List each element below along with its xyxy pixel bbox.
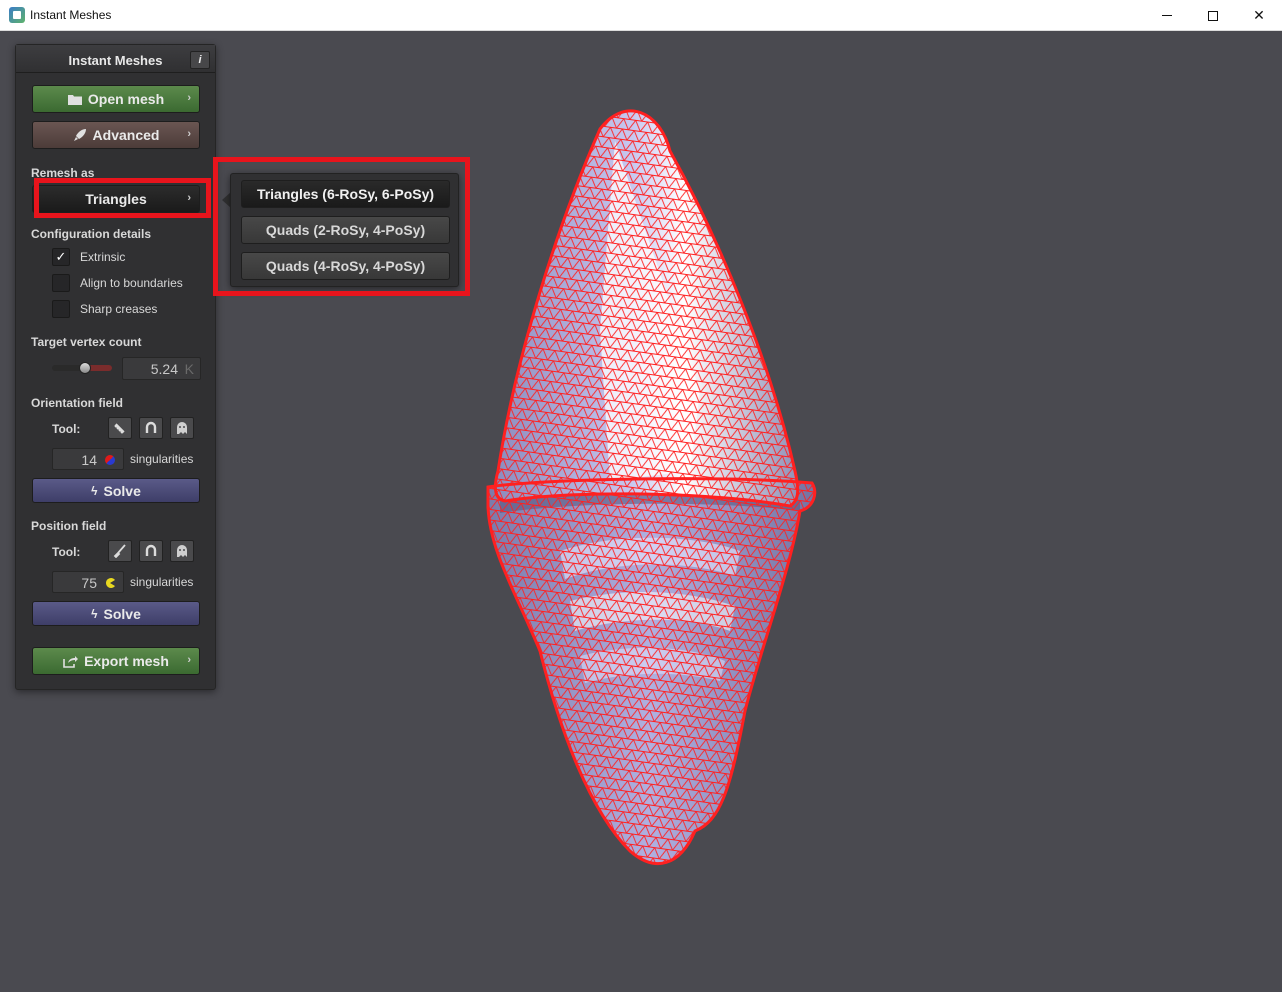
orientation-comb-tool-button[interactable]: [108, 417, 132, 439]
magnet-icon: [145, 421, 157, 433]
remesh-type-dropdown[interactable]: Triangles ›: [32, 185, 200, 213]
position-attractor-tool-button[interactable]: [139, 540, 163, 562]
export-mesh-label: Export mesh: [84, 653, 169, 669]
ghost-icon: [177, 422, 187, 434]
brush-icon: [113, 544, 126, 558]
title-bar: Instant Meshes ✕: [0, 0, 1282, 31]
align-boundaries-checkbox-row[interactable]: Align to boundaries: [52, 274, 183, 292]
orientation-singularities-value: 14: [81, 452, 97, 468]
position-solve-label: Solve: [103, 605, 141, 622]
close-button[interactable]: ✕: [1236, 0, 1282, 31]
position-singularities-label: singularities: [130, 575, 194, 589]
remesh-type-popup: Triangles (6-RoSy, 6-PoSy) Quads (2-RoSy…: [230, 173, 459, 287]
extrinsic-checkbox[interactable]: ✓: [52, 248, 70, 266]
lightning-icon: ϟ: [91, 606, 98, 621]
control-panel: Instant Meshes i Open mesh › Advanced › …: [15, 44, 216, 690]
ghost-icon: [177, 545, 187, 557]
position-solve-button[interactable]: ϟ Solve: [32, 601, 200, 626]
lightning-icon: ϟ: [91, 483, 98, 498]
close-icon: ✕: [1253, 7, 1265, 23]
position-field-label: Position field: [31, 519, 107, 533]
vertex-count-slider[interactable]: [52, 362, 112, 374]
orientation-solve-label: Solve: [103, 482, 141, 499]
position-singularities-value: 75: [81, 575, 97, 591]
maximize-button[interactable]: [1190, 0, 1236, 31]
chevron-right-icon: ›: [187, 92, 191, 104]
position-brush-tool-button[interactable]: [108, 540, 132, 562]
position-tool-label: Tool:: [52, 545, 81, 559]
export-icon: [63, 655, 79, 668]
orientation-ghost-tool-button[interactable]: [170, 417, 194, 439]
magnet-icon: [145, 544, 157, 556]
remesh-option-triangles[interactable]: Triangles (6-RoSy, 6-PoSy): [241, 180, 450, 208]
advanced-label: Advanced: [92, 127, 160, 143]
sharp-creases-label: Sharp creases: [80, 302, 158, 316]
orientation-singularities-field: 14: [52, 448, 124, 470]
sharp-creases-checkbox[interactable]: [52, 300, 70, 318]
slider-fill: [90, 365, 112, 371]
minimize-icon: [1162, 15, 1172, 16]
position-singularities-field: 75: [52, 571, 124, 593]
rocket-icon: [73, 129, 86, 141]
chevron-right-icon: ›: [187, 128, 191, 140]
extrinsic-checkbox-row[interactable]: ✓ Extrinsic: [52, 248, 125, 266]
panel-title: Instant Meshes: [68, 53, 163, 68]
window-title: Instant Meshes: [30, 8, 112, 22]
chevron-right-icon: ›: [187, 654, 191, 666]
remesh-option-quads-4rosy[interactable]: Quads (4-RoSy, 4-PoSy): [241, 252, 450, 280]
chevron-right-icon: ›: [187, 192, 191, 204]
orientation-singularities-label: singularities: [130, 452, 194, 466]
config-details-label: Configuration details: [31, 227, 151, 241]
align-boundaries-checkbox[interactable]: [52, 274, 70, 292]
align-boundaries-label: Align to boundaries: [80, 276, 183, 290]
singularity-color-icon: [105, 455, 115, 465]
orientation-tool-label: Tool:: [52, 422, 81, 436]
sharp-creases-checkbox-row[interactable]: Sharp creases: [52, 300, 157, 318]
maximize-icon: [1208, 10, 1218, 21]
vertex-count-unit: K: [184, 361, 194, 377]
open-mesh-label: Open mesh: [87, 91, 165, 107]
info-button[interactable]: i: [190, 51, 210, 69]
extrinsic-label: Extrinsic: [80, 250, 126, 264]
slider-handle[interactable]: [79, 362, 91, 374]
remesh-option-quads-2rosy[interactable]: Quads (2-RoSy, 4-PoSy): [241, 216, 450, 244]
open-mesh-button[interactable]: Open mesh ›: [32, 85, 200, 113]
comb-icon: [114, 423, 125, 434]
pacman-icon: [106, 578, 115, 588]
panel-header: Instant Meshes i: [16, 45, 215, 73]
folder-icon: [67, 95, 82, 105]
export-mesh-button[interactable]: Export mesh ›: [32, 647, 200, 675]
app-icon: [9, 7, 25, 23]
mesh-upper-cone: [495, 110, 798, 506]
position-ghost-tool-button[interactable]: [170, 540, 194, 562]
remesh-as-label: Remesh as: [31, 166, 95, 180]
vertex-count-value: 5.24: [150, 361, 178, 377]
vertex-count-field[interactable]: 5.24 K: [122, 357, 201, 380]
advanced-button[interactable]: Advanced ›: [32, 121, 200, 149]
orientation-attractor-tool-button[interactable]: [139, 417, 163, 439]
remesh-type-value: Triangles: [85, 191, 147, 207]
mesh-lower-body: [488, 478, 815, 864]
orientation-solve-button[interactable]: ϟ Solve: [32, 478, 200, 503]
target-vertex-label: Target vertex count: [31, 335, 142, 349]
minimize-button[interactable]: [1144, 0, 1190, 31]
orientation-field-label: Orientation field: [31, 396, 124, 410]
